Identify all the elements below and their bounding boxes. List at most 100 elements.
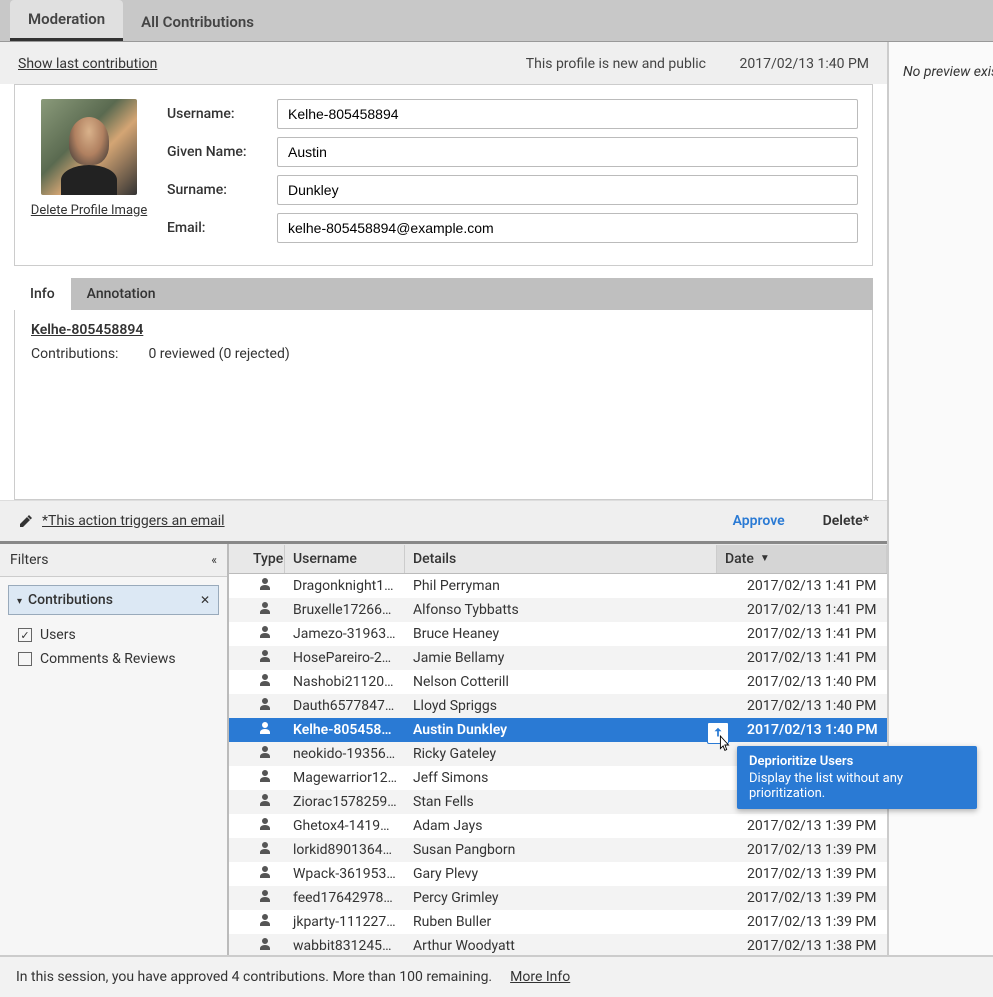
tab-annotation[interactable]: Annotation <box>71 278 172 310</box>
row-date: 2017/02/13 1:41 PM <box>739 576 887 596</box>
row-date: 2017/02/13 1:39 PM <box>739 816 887 836</box>
row-details: Alfonso Tybbatts <box>405 600 739 620</box>
row-details: Stan Fells <box>405 792 739 812</box>
table-row[interactable]: jkparty-11122786...Ruben Buller2017/02/1… <box>229 910 887 934</box>
show-last-contribution-link[interactable]: Show last contribution <box>18 56 157 72</box>
table-row[interactable]: HosePareiro-2073...Jamie Bellamy2017/02/… <box>229 646 887 670</box>
filter-users[interactable]: Users <box>12 623 215 647</box>
filter-comments-label: Comments & Reviews <box>40 651 176 667</box>
more-info-link[interactable]: More Info <box>510 969 570 985</box>
row-username: Ghetox4-1419653... <box>285 816 405 836</box>
user-icon <box>257 744 273 760</box>
surname-label: Surname: <box>167 182 277 198</box>
user-icon <box>257 648 273 664</box>
row-date: 2017/02/13 1:39 PM <box>739 888 887 908</box>
sub-tabs: Info Annotation <box>14 278 873 310</box>
session-footer: In this session, you have approved 4 con… <box>0 955 993 997</box>
info-username-link[interactable]: Kelhe-805458894 <box>31 322 856 338</box>
row-details: Austin Dunkley <box>405 720 739 740</box>
tab-moderation[interactable]: Moderation <box>10 0 123 41</box>
row-details: Gary Plevy <box>405 864 739 884</box>
given-name-label: Given Name: <box>167 144 277 160</box>
row-details: Bruce Heaney <box>405 624 739 644</box>
action-bar: *This action triggers an email Approve D… <box>0 500 887 541</box>
row-details: Lloyd Spriggs <box>405 696 739 716</box>
row-details: Ruben Buller <box>405 912 739 932</box>
row-username: HosePareiro-2073... <box>285 648 405 668</box>
table-row[interactable]: Dragonknight102...Phil Perryman2017/02/1… <box>229 574 887 598</box>
email-trigger-note[interactable]: *This action triggers an email <box>42 513 225 529</box>
user-icon <box>257 888 273 904</box>
filter-comments[interactable]: Comments & Reviews <box>12 647 215 671</box>
row-date: 2017/02/13 1:41 PM <box>739 600 887 620</box>
row-username: Bruxelle17266387 <box>285 600 405 620</box>
user-icon <box>257 576 273 592</box>
sort-desc-icon: ▼ <box>760 553 770 564</box>
tab-all-contributions[interactable]: All Contributions <box>123 3 272 41</box>
row-username: wabbit831245882 <box>285 936 405 955</box>
user-icon <box>257 816 273 832</box>
username-label: Username: <box>167 106 277 122</box>
row-details: Susan Pangborn <box>405 840 739 860</box>
table-row[interactable]: feed1764297844Percy Grimley2017/02/13 1:… <box>229 886 887 910</box>
session-summary: In this session, you have approved 4 con… <box>16 969 492 985</box>
row-username: lorkid890136443 <box>285 840 405 860</box>
checkbox-checked-icon[interactable] <box>18 628 32 642</box>
row-details: Adam Jays <box>405 816 739 836</box>
pencil-icon <box>18 513 34 529</box>
user-icon <box>257 672 273 688</box>
row-username: Jamezo-3196308... <box>285 624 405 644</box>
collapse-filters-icon[interactable]: « <box>211 553 217 567</box>
table-row[interactable]: Ghetox4-1419653...Adam Jays2017/02/13 1:… <box>229 814 887 838</box>
username-field[interactable] <box>277 99 858 129</box>
email-field[interactable] <box>277 213 858 243</box>
user-icon <box>257 720 273 736</box>
table-row[interactable]: Jamezo-3196308...Bruce Heaney2017/02/13 … <box>229 622 887 646</box>
row-username: Wpack-361953129 <box>285 864 405 884</box>
row-username: Dauth657784718 <box>285 696 405 716</box>
row-username: Ziorac1578259535 <box>285 792 405 812</box>
contributions-value: 0 reviewed (0 rejected) <box>148 346 289 362</box>
filter-users-label: Users <box>40 627 76 643</box>
row-date: 2017/02/13 1:40 PM <box>739 672 887 692</box>
row-details: Ricky Gateley <box>405 744 739 764</box>
deprioritize-button[interactable] <box>707 722 729 744</box>
user-icon <box>257 768 273 784</box>
table-row[interactable]: Nashobi2112065...Nelson Cotterill2017/02… <box>229 670 887 694</box>
no-preview-text: No preview exists <box>903 64 993 80</box>
table-row[interactable]: Wpack-361953129Gary Plevy2017/02/13 1:39… <box>229 862 887 886</box>
close-icon[interactable]: ✕ <box>200 593 210 607</box>
table-row[interactable]: Dauth657784718Lloyd Spriggs2017/02/13 1:… <box>229 694 887 718</box>
checkbox-unchecked-icon[interactable] <box>18 652 32 666</box>
surname-field[interactable] <box>277 175 858 205</box>
table-row[interactable]: Kelhe-805458894Austin Dunkley2017/02/13 … <box>229 718 887 742</box>
row-date: 2017/02/13 1:38 PM <box>739 936 887 955</box>
contributions-label: Contributions: <box>31 346 118 362</box>
row-date: 2017/02/13 1:41 PM <box>739 624 887 644</box>
user-icon <box>257 840 273 856</box>
filter-group-contributions[interactable]: ▾Contributions ✕ <box>8 585 219 615</box>
tab-info[interactable]: Info <box>14 278 71 310</box>
given-name-field[interactable] <box>277 137 858 167</box>
preview-panel: No preview exists <box>889 42 993 955</box>
delete-profile-image-link[interactable]: Delete Profile Image <box>31 203 147 218</box>
delete-button[interactable]: Delete* <box>823 513 869 529</box>
approve-button[interactable]: Approve <box>733 513 785 529</box>
user-icon <box>257 696 273 712</box>
row-date: 2017/02/13 1:40 PM <box>739 696 887 716</box>
user-icon <box>257 792 273 808</box>
col-type[interactable]: Type <box>245 545 285 573</box>
row-date: 2017/02/13 1:40 PM <box>739 720 887 740</box>
col-date[interactable]: Date ▼ <box>717 545 887 573</box>
contributions-table: Type Username Details Date ▼ Dragonknigh… <box>229 544 887 955</box>
profile-box: Delete Profile Image Username: Given Nam… <box>14 84 873 266</box>
col-details[interactable]: Details <box>405 545 717 573</box>
avatar <box>41 99 137 195</box>
table-row[interactable]: wabbit831245882Arthur Woodyatt2017/02/13… <box>229 934 887 955</box>
col-username[interactable]: Username <box>285 545 405 573</box>
profile-status: This profile is new and public <box>526 56 706 72</box>
profile-date: 2017/02/13 1:40 PM <box>740 56 870 72</box>
table-row[interactable]: Bruxelle17266387Alfonso Tybbatts2017/02/… <box>229 598 887 622</box>
table-row[interactable]: lorkid890136443Susan Pangborn2017/02/13 … <box>229 838 887 862</box>
row-username: neokido-1935687... <box>285 744 405 764</box>
